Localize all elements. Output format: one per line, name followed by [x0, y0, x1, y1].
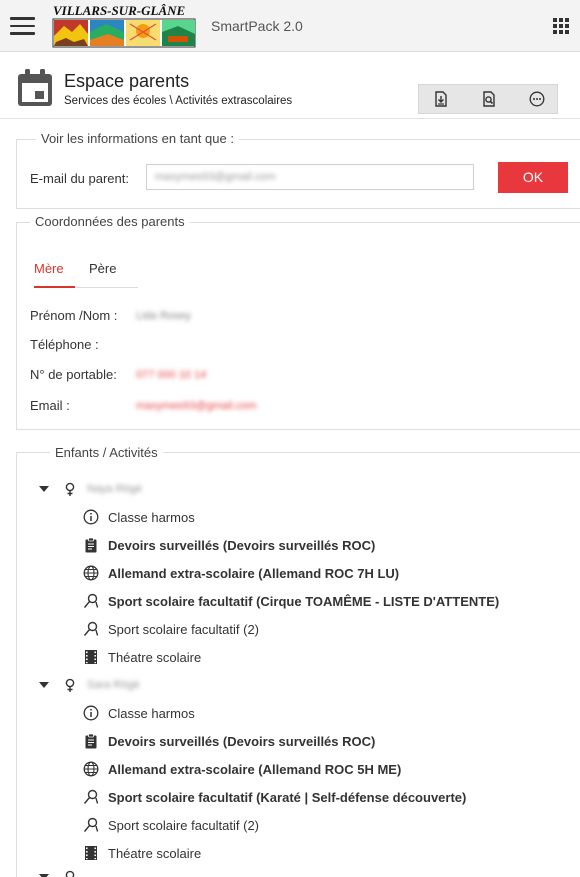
email-label: E-mail du parent:	[30, 171, 129, 186]
collapse-caret-icon[interactable]	[39, 680, 49, 690]
activity-label[interactable]: Sport scolaire facultatif (2)	[108, 622, 259, 637]
activity-label[interactable]: Allemand extra-scolaire (Allemand ROC 5H…	[108, 762, 401, 777]
activity-label[interactable]: Sport scolaire facultatif (Cirque TOAMÊM…	[108, 594, 499, 609]
parents-fieldset	[16, 222, 580, 430]
field-value-mobile[interactable]: 077 000 10 14	[136, 369, 206, 381]
app-title: SmartPack 2.0	[211, 18, 303, 34]
activity-label[interactable]: Sport scolaire facultatif (Karaté | Self…	[108, 790, 466, 805]
female-icon	[65, 870, 75, 877]
apps-grid-icon[interactable]	[553, 18, 569, 34]
activity-label[interactable]: Devoirs surveillés (Devoirs surveillés R…	[108, 538, 375, 553]
collapse-caret-icon[interactable]	[39, 872, 49, 877]
active-tab-indicator	[34, 286, 75, 288]
email-field-value: maxymes93@gmail.com	[155, 171, 276, 183]
field-value-email[interactable]: maxymes93@gmail.com	[136, 400, 257, 412]
sport-icon	[83, 789, 99, 804]
activity-label[interactable]: Théatre scolaire	[108, 846, 201, 861]
download-icon[interactable]	[433, 91, 449, 107]
collapse-caret-icon[interactable]	[39, 484, 49, 494]
page-title: Espace parents	[64, 71, 190, 91]
municipality-logo: VILLARS-SUR-GLÂNE	[52, 3, 196, 48]
activity-label[interactable]: Classe harmos	[108, 706, 195, 721]
view-as-legend: Voir les informations en tant que :	[36, 131, 239, 146]
sport-icon	[83, 593, 99, 608]
breadcrumb: Services des écoles \ Activités extrasco…	[64, 95, 293, 107]
activity-label[interactable]: Allemand extra-scolaire (Allemand ROC 7H…	[108, 566, 399, 581]
field-label-name: Prénom /Nom :	[30, 308, 118, 323]
next-child-row-partial	[0, 868, 580, 877]
field-label-phone: Téléphone :	[30, 337, 99, 352]
sport-icon	[83, 817, 99, 832]
svg-text:VILLARS-SUR-GLÂNE: VILLARS-SUR-GLÂNE	[53, 3, 186, 18]
children-fieldset	[16, 452, 580, 877]
field-value-name: Lida Rosey	[136, 310, 192, 322]
globe-icon	[83, 761, 99, 777]
info-icon	[83, 509, 99, 525]
clipboard-icon	[85, 537, 97, 553]
parents-legend: Coordonnées des parents	[30, 214, 190, 229]
more-icon[interactable]	[529, 91, 545, 107]
child-name[interactable]: Sara Rögé	[87, 679, 140, 691]
activity-label[interactable]: Sport scolaire facultatif (2)	[108, 818, 259, 833]
female-icon	[65, 678, 75, 692]
sport-icon	[83, 621, 99, 636]
page-divider	[0, 118, 580, 128]
film-icon	[85, 650, 97, 664]
tab-mere[interactable]: Mère	[34, 261, 64, 276]
ok-button[interactable]: OK	[498, 162, 568, 193]
hamburger-menu-icon[interactable]	[10, 17, 35, 35]
children-legend: Enfants / Activités	[50, 445, 163, 460]
globe-icon	[83, 565, 99, 581]
film-icon	[85, 846, 97, 860]
field-label-mobile: N° de portable:	[30, 367, 117, 382]
clipboard-icon	[85, 733, 97, 749]
field-label-email: Email :	[30, 398, 70, 413]
tab-pere[interactable]: Père	[89, 261, 116, 276]
calendar-icon	[18, 69, 52, 106]
top-bar: VILLARS-SUR-GLÂNE SmartPack 2.0	[0, 0, 580, 52]
activity-label[interactable]: Théatre scolaire	[108, 650, 201, 665]
activity-label[interactable]: Devoirs surveillés (Devoirs surveillés R…	[108, 734, 375, 749]
female-icon	[65, 482, 75, 496]
email-field[interactable]: maxymes93@gmail.com	[146, 164, 474, 190]
search-document-icon[interactable]	[481, 91, 497, 107]
page-toolbar	[418, 84, 558, 114]
child-name[interactable]: Naya Rögé	[87, 483, 142, 495]
info-icon	[83, 705, 99, 721]
activity-label[interactable]: Classe harmos	[108, 510, 195, 525]
